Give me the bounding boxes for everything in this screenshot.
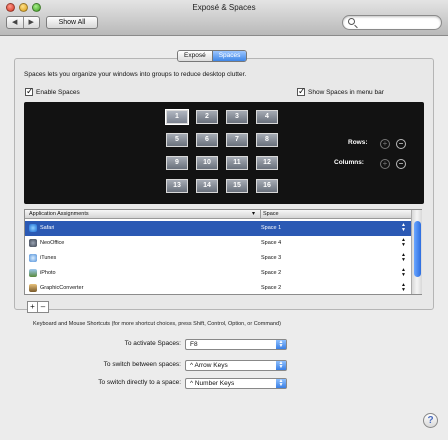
search-input[interactable] [357,17,437,28]
graphicconverter-icon [29,284,37,292]
space-tile[interactable]: 14 [196,179,218,193]
app-name: NeoOffice [40,240,65,246]
show-in-menu-bar-label: Show Spaces in menu bar [308,88,384,96]
table-row[interactable]: GraphicConverter Space 2 ▲ ▼ [25,281,411,296]
tab-expose[interactable]: Exposé [178,51,212,61]
space-tile[interactable]: 15 [226,179,248,193]
checkbox-checked-icon [25,86,34,97]
space-tile[interactable]: 9 [166,156,188,170]
itunes-icon [29,254,37,262]
app-name: Safari [40,225,55,231]
space-tile[interactable]: 4 [256,110,278,124]
app-name: iPhoto [40,270,56,276]
space-tile[interactable]: 5 [166,133,188,147]
remove-column-button[interactable]: − [396,159,406,169]
switch-directly-popup[interactable]: ^ Number Keys ▲ ▼ [185,378,287,389]
scrollbar-thumb[interactable] [414,221,421,277]
search-field[interactable] [342,15,442,30]
updown-arrows-icon[interactable]: ▲ ▼ [401,223,406,233]
add-remove-buttons: + – [27,301,49,313]
switch-between-spaces-popup[interactable]: ^ Arrow Keys ▲ ▼ [185,360,287,371]
popup-arrows-icon: ▲ ▼ [276,379,286,388]
iphoto-icon [29,269,37,277]
space-tile[interactable]: 3 [226,110,248,124]
table-row[interactable]: NeoOffice Space 4 ▲ ▼ [25,236,411,251]
column-divider [260,210,261,219]
switch-between-spaces-label: To switch between spaces: [103,361,181,368]
space-tile[interactable]: 1 [166,110,188,124]
activate-spaces-label: To activate Spaces: [124,340,181,347]
window-title: Exposé & Spaces [192,3,256,12]
activate-spaces-value: F8 [190,341,198,348]
space-tile[interactable]: 11 [226,156,248,170]
columns-label: Columns: [334,159,364,166]
updown-arrows-icon[interactable]: ▲ ▼ [401,238,406,248]
space-tile[interactable]: 6 [196,133,218,147]
remove-assignment-button[interactable]: – [38,301,49,313]
title-bar: Exposé & Spaces ◀ ▶ Show All [0,0,448,36]
updown-arrows-icon[interactable]: ▲ ▼ [401,253,406,263]
updown-arrows-icon[interactable]: ▲ ▼ [401,268,406,278]
add-assignment-button[interactable]: + [27,301,38,313]
tab-bar: Exposé Spaces [177,50,248,62]
app-name: GraphicConverter [40,285,84,291]
shortcut-note: Keyboard and Mouse Shortcuts (for more s… [33,321,281,327]
checkbox-checked-icon [297,86,306,97]
table-header: Application Assignments ▾ Space [25,210,411,219]
rows-label: Rows: [348,139,368,146]
remove-row-button[interactable]: − [396,139,406,149]
show-in-menu-bar-checkbox[interactable]: Show Spaces in menu bar [297,86,384,97]
table-row[interactable]: Safari Space 1 ▲ ▼ [25,221,411,236]
switch-between-spaces-value: ^ Arrow Keys [190,362,228,369]
enable-spaces-label: Enable Spaces [36,88,80,96]
space-value: Space 3 [261,255,282,261]
space-value: Space 1 [261,225,282,231]
table-row[interactable]: iPhoto Space 2 ▲ ▼ [25,266,411,281]
switch-directly-label: To switch directly to a space: [98,379,181,386]
space-tile[interactable]: 16 [256,179,278,193]
column-header-space[interactable]: Space [263,211,279,217]
table-scrollbar[interactable] [411,210,422,294]
add-row-button[interactable]: + [380,139,390,149]
add-column-button[interactable]: + [380,159,390,169]
space-tile[interactable]: 12 [256,156,278,170]
column-header-application[interactable]: Application Assignments [29,211,89,217]
nav-buttons: ◀ ▶ [6,16,40,29]
forward-button[interactable]: ▶ [22,17,40,28]
app-name: iTunes [40,255,57,261]
search-icon [348,18,355,25]
safari-icon [29,224,37,232]
show-all-button[interactable]: Show All [46,16,98,29]
application-assignments-table: Application Assignments ▾ Space Safari S… [24,209,422,295]
popup-arrows-icon: ▲ ▼ [276,361,286,370]
space-tile[interactable]: 13 [166,179,188,193]
space-tile[interactable]: 7 [226,133,248,147]
space-tile[interactable]: 2 [196,110,218,124]
popup-arrows-icon: ▲ ▼ [276,340,286,349]
spaces-grid: 1 2 3 4 5 6 7 8 9 10 11 12 13 14 15 16 R… [24,102,424,204]
space-tile[interactable]: 8 [256,133,278,147]
sort-descending-icon: ▾ [252,211,256,217]
switch-directly-value: ^ Number Keys [190,380,235,387]
space-tile[interactable]: 10 [196,156,218,170]
neooffice-icon [29,239,37,247]
space-value: Space 4 [261,240,282,246]
help-button[interactable]: ? [423,413,438,428]
tab-spaces[interactable]: Spaces [211,51,247,61]
activate-spaces-popup[interactable]: F8 ▲ ▼ [185,339,287,350]
back-button[interactable]: ◀ [7,17,23,28]
space-value: Space 2 [261,285,282,291]
table-row[interactable]: iTunes Space 3 ▲ ▼ [25,251,411,266]
updown-arrows-icon[interactable]: ▲ ▼ [401,283,406,293]
enable-spaces-checkbox[interactable]: Enable Spaces [25,86,80,97]
space-value: Space 2 [261,270,282,276]
spaces-description: Spaces lets you organize your windows in… [24,71,247,78]
